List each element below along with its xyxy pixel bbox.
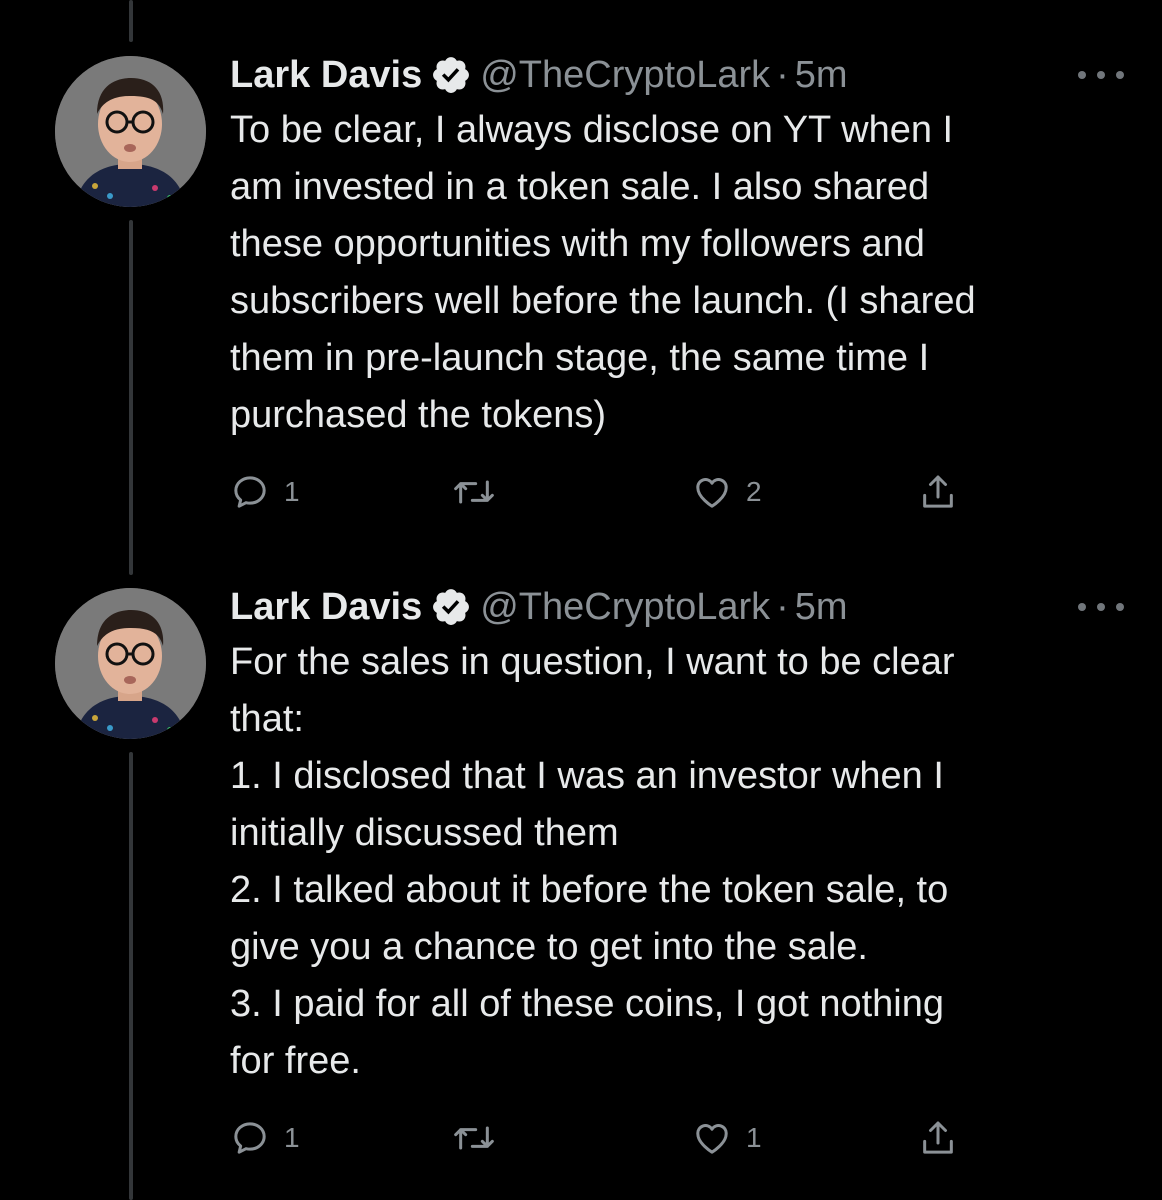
tweet[interactable]: Lark Davis @TheCryptoLark · 5m To be cle… — [0, 52, 1162, 522]
avatar[interactable] — [55, 56, 206, 207]
profile-photo — [55, 588, 206, 739]
like-count: 2 — [746, 476, 762, 507]
reply-icon — [234, 1122, 266, 1154]
like-button[interactable]: 2 — [692, 470, 762, 514]
tweet-timestamp[interactable]: 5m — [795, 52, 848, 98]
reply-count: 1 — [284, 1122, 300, 1153]
share-button[interactable] — [918, 470, 958, 514]
separator-dot: · — [776, 54, 789, 96]
profile-photo — [55, 56, 206, 207]
retweet-button[interactable] — [452, 1116, 510, 1160]
share-icon — [923, 1121, 953, 1154]
heart-icon — [696, 478, 728, 508]
author-handle[interactable]: @TheCryptoLark — [480, 52, 770, 98]
author-handle[interactable]: @TheCryptoLark — [480, 584, 770, 630]
tweet-header: Lark Davis @TheCryptoLark · 5m — [230, 52, 848, 98]
more-options-icon[interactable] — [1078, 592, 1124, 622]
tweet-text: To be clear, I always disclose on YT whe… — [230, 109, 976, 436]
tweet-header: Lark Davis @TheCryptoLark · 5m — [230, 584, 848, 630]
retweet-icon — [454, 480, 494, 504]
like-button[interactable]: 1 — [692, 1116, 762, 1160]
reply-button[interactable]: 1 — [230, 470, 300, 514]
separator-dot: · — [776, 586, 789, 628]
retweet-icon — [454, 1126, 494, 1150]
share-button[interactable] — [918, 1116, 958, 1160]
like-count: 1 — [746, 1122, 762, 1153]
verified-badge-icon — [430, 54, 472, 96]
tweet-actions: 1 2 — [230, 470, 990, 514]
tweet-timestamp[interactable]: 5m — [795, 584, 848, 630]
tweet-actions: 1 1 — [230, 1116, 990, 1160]
avatar[interactable] — [55, 588, 206, 739]
author-name[interactable]: Lark Davis — [230, 584, 422, 630]
tweet-text: For the sales in question, I want to be … — [230, 641, 955, 1082]
more-options-icon[interactable] — [1078, 60, 1124, 90]
reply-button[interactable]: 1 — [230, 1116, 300, 1160]
author-name[interactable]: Lark Davis — [230, 52, 422, 98]
share-icon — [923, 475, 953, 508]
verified-badge-icon — [430, 586, 472, 628]
retweet-button[interactable] — [452, 470, 510, 514]
reply-count: 1 — [284, 476, 300, 507]
heart-icon — [696, 1124, 728, 1154]
reply-icon — [234, 476, 266, 508]
thread-line-top — [129, 0, 133, 42]
tweet[interactable]: Lark Davis @TheCryptoLark · 5m For the s… — [0, 584, 1162, 1184]
